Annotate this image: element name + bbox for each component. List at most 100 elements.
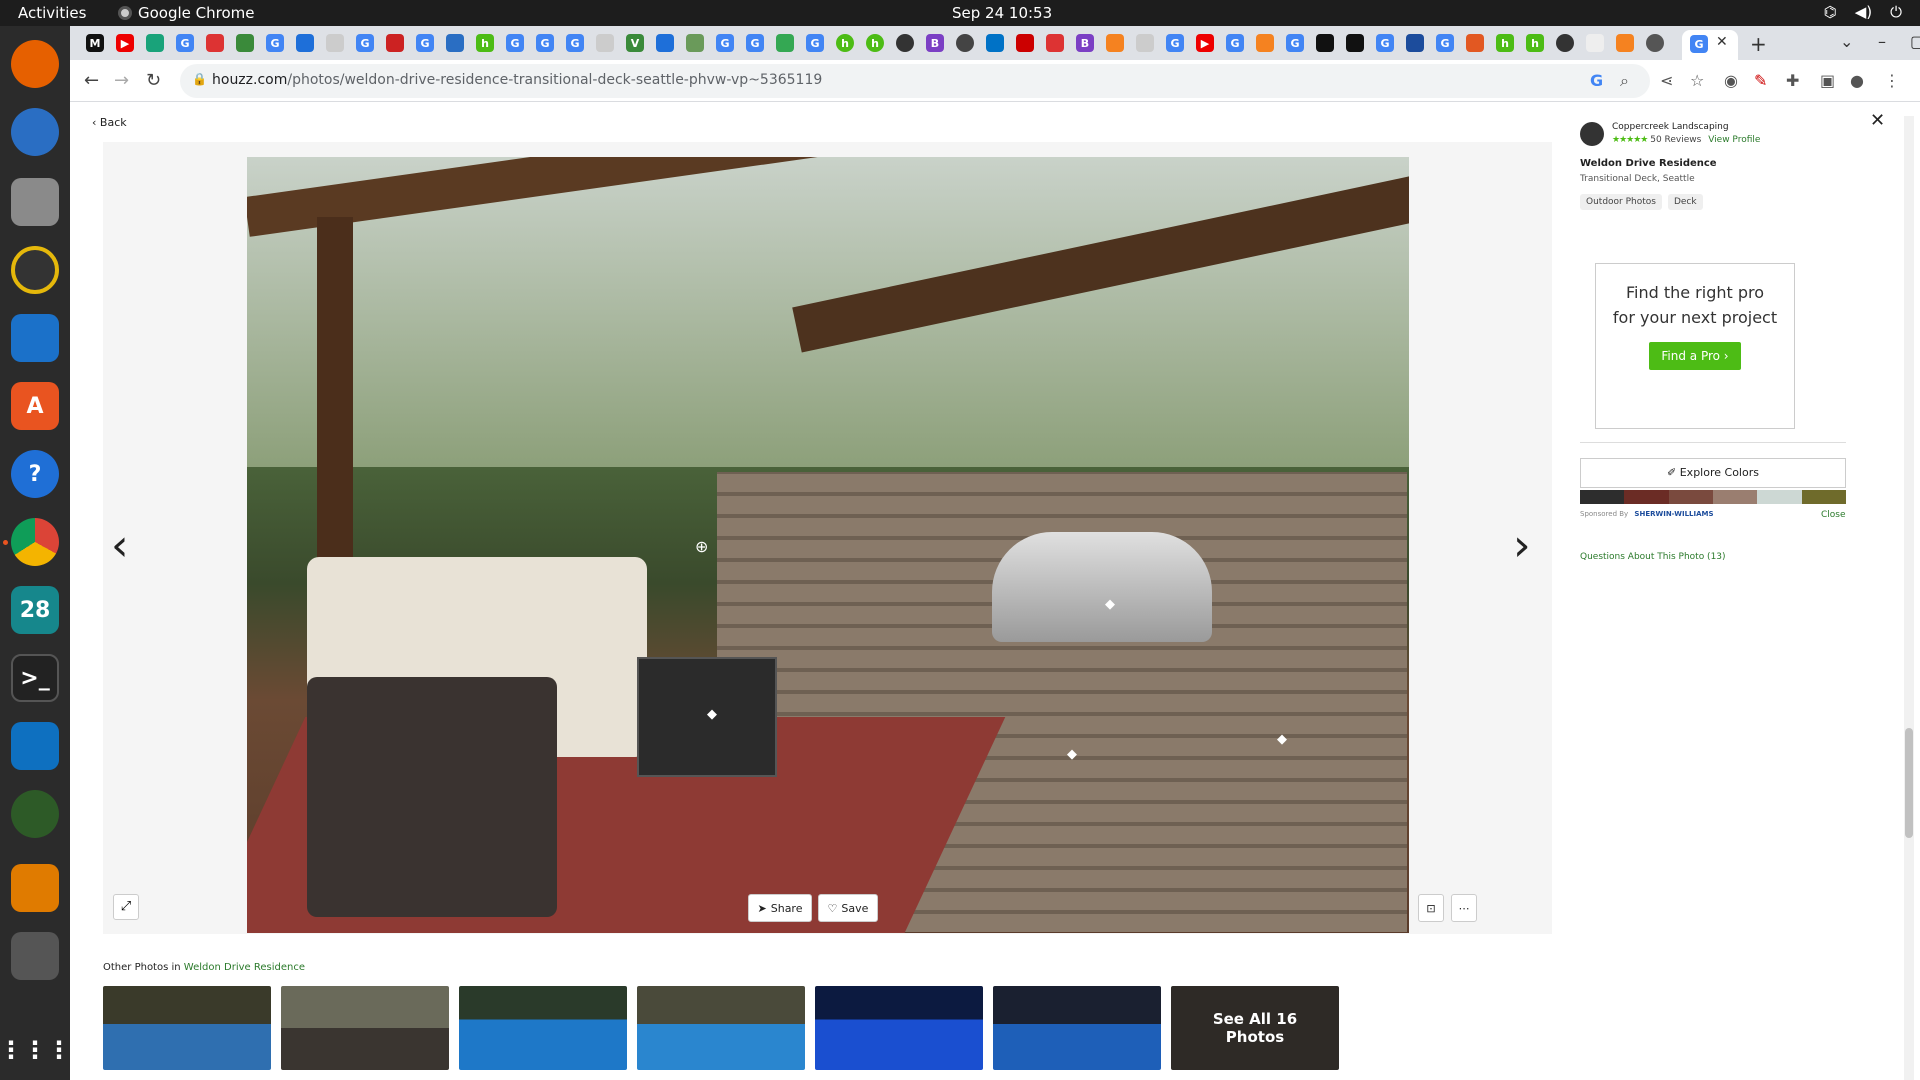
activities-button[interactable]: Activities (18, 4, 86, 22)
color-swatch[interactable] (1712, 490, 1758, 504)
tab-favicon[interactable] (1316, 34, 1334, 52)
side-panel-icon[interactable]: ▣ (1820, 71, 1835, 90)
clock[interactable]: Sep 24 10:53 (952, 4, 1052, 22)
minimize-button[interactable]: – (1878, 32, 1886, 51)
find-a-pro-button[interactable]: Find a Pro › (1649, 342, 1741, 370)
sponsor-logo[interactable]: SHERWIN-WILLIAMS (1634, 510, 1713, 518)
files-icon[interactable] (11, 178, 59, 226)
tag-deck[interactable]: Deck (1667, 194, 1703, 210)
view-profile-link[interactable]: View Profile (1708, 135, 1760, 145)
tab-favicon[interactable]: ▶ (116, 34, 134, 52)
tab-favicon[interactable] (1106, 34, 1124, 52)
tag-outdoor-photos[interactable]: Outdoor Photos (1580, 194, 1662, 210)
next-photo-arrow[interactable]: › (1513, 520, 1531, 571)
close-viewer-button[interactable]: ✕ (1870, 110, 1885, 131)
gimp-icon[interactable] (11, 932, 59, 980)
tab-favicon[interactable] (596, 34, 614, 52)
address-bar[interactable]: 🔒 houzz.com/photos/weldon-drive-residenc… (180, 64, 1650, 98)
tab-favicon[interactable] (326, 34, 344, 52)
tab-favicon[interactable]: V (626, 34, 644, 52)
tab-favicon[interactable] (1346, 34, 1364, 52)
webcam-icon[interactable] (11, 790, 59, 838)
profile-avatar-icon[interactable]: ● (1850, 71, 1864, 90)
back-link[interactable]: ‹ Back (92, 116, 127, 129)
tab-favicon[interactable] (896, 34, 914, 52)
tab-close-icon[interactable]: ✕ (1716, 34, 1728, 50)
lock-icon[interactable]: 🔒 (192, 72, 207, 86)
save-button[interactable]: ♡ Save (818, 894, 878, 922)
extensions-puzzle-icon[interactable]: ✚ (1786, 71, 1799, 90)
share-button[interactable]: ➤ Share (748, 894, 812, 922)
explore-colors-button[interactable]: ✐ Explore Colors (1580, 458, 1846, 488)
zoom-hotspot-icon[interactable]: ⊕ (695, 537, 708, 556)
firefox-icon[interactable] (11, 40, 59, 88)
tab-favicon[interactable] (776, 34, 794, 52)
forward-arrow-icon[interactable]: → (114, 70, 129, 91)
google-lens-icon[interactable]: G (1590, 71, 1603, 90)
pro-avatar[interactable] (1580, 122, 1604, 146)
tab-favicon[interactable]: G (536, 34, 554, 52)
tab-favicon[interactable] (1406, 34, 1424, 52)
thumbnail[interactable] (281, 986, 449, 1070)
tab-favicon[interactable] (986, 34, 1004, 52)
color-swatch[interactable] (1801, 490, 1846, 504)
page-scrollbar[interactable] (1904, 116, 1914, 1080)
tab-favicon[interactable] (206, 34, 224, 52)
back-arrow-icon[interactable]: ← (84, 70, 99, 91)
visual-search-button[interactable]: ⊡ (1418, 894, 1444, 922)
tab-favicon[interactable]: G (416, 34, 434, 52)
tab-favicon[interactable]: ▶ (1196, 34, 1214, 52)
bookmark-star-icon[interactable]: ☆ (1690, 71, 1704, 90)
tab-favicon[interactable] (1616, 34, 1634, 52)
rhythmbox-icon[interactable] (11, 246, 59, 294)
color-swatch[interactable] (1580, 490, 1625, 504)
close-colors-link[interactable]: Close (1821, 510, 1846, 520)
active-tab[interactable]: G ✕ (1682, 30, 1738, 60)
tab-favicon[interactable]: G (506, 34, 524, 52)
tab-favicon[interactable] (686, 34, 704, 52)
app-menu[interactable]: Google Chrome (118, 4, 255, 22)
help-icon[interactable]: ? (11, 450, 59, 498)
tab-favicon[interactable] (386, 34, 404, 52)
product-tag-icon[interactable]: ◆ (707, 707, 717, 722)
tab-favicon[interactable]: h (1496, 34, 1514, 52)
fullscreen-button[interactable]: ⤢ (113, 894, 139, 920)
tab-favicon[interactable]: h (476, 34, 494, 52)
tab-favicon[interactable]: B (1076, 34, 1094, 52)
tab-favicon[interactable] (296, 34, 314, 52)
thunderbird-icon[interactable] (11, 108, 59, 156)
tab-favicon[interactable]: h (866, 34, 884, 52)
zoom-icon[interactable]: ⌕ (1620, 71, 1629, 91)
more-options-button[interactable]: ⋯ (1451, 894, 1477, 922)
writer-icon[interactable] (11, 314, 59, 362)
tab-favicon[interactable]: G (1226, 34, 1244, 52)
share-icon[interactable]: ⋖ (1660, 71, 1673, 90)
calendar-icon[interactable]: 28 (11, 586, 59, 634)
tab-favicon[interactable]: G (746, 34, 764, 52)
tab-favicon[interactable] (1016, 34, 1034, 52)
extension-colorpicker-icon[interactable]: ◉ (1724, 71, 1738, 90)
tab-favicon[interactable]: G (716, 34, 734, 52)
color-swatch[interactable] (1624, 490, 1669, 504)
tab-favicon[interactable] (1136, 34, 1154, 52)
chrome-menu-icon[interactable]: ⋮ (1884, 71, 1900, 90)
questions-link[interactable]: Questions About This Photo (13) (1580, 552, 1726, 562)
color-swatch[interactable] (1757, 490, 1802, 504)
product-tag-icon[interactable]: ◆ (1277, 732, 1287, 747)
tab-favicon[interactable] (1046, 34, 1064, 52)
tab-favicon[interactable] (1586, 34, 1604, 52)
thumbnail[interactable] (459, 986, 627, 1070)
tab-search-icon[interactable]: ⌄ (1840, 32, 1853, 51)
tab-favicon[interactable] (1556, 34, 1574, 52)
main-photo[interactable]: ⊕ ◆ ◆ ◆ ◆ (247, 157, 1409, 933)
tab-favicon[interactable]: h (1526, 34, 1544, 52)
new-tab-button[interactable]: + (1750, 32, 1767, 56)
previous-photo-arrow[interactable]: ‹ (111, 520, 129, 571)
tab-favicon[interactable]: G (806, 34, 824, 52)
tab-favicon[interactable]: B (926, 34, 944, 52)
tab-favicon[interactable]: G (566, 34, 584, 52)
tab-favicon[interactable]: G (266, 34, 284, 52)
tab-favicon[interactable]: G (1436, 34, 1454, 52)
pro-name[interactable]: Coppercreek Landscaping (1612, 122, 1760, 132)
tab-favicon[interactable] (236, 34, 254, 52)
